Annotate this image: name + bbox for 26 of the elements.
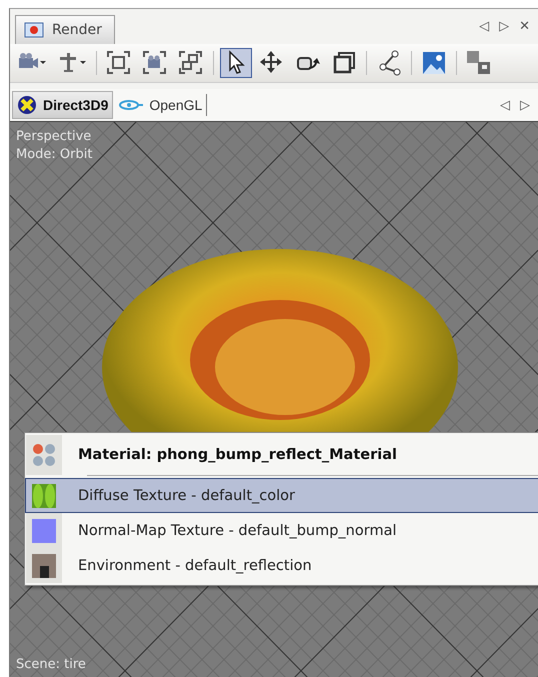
window-title: Render <box>52 22 102 38</box>
scroll-button[interactable]: ◁ <box>479 19 490 34</box>
scene-label: Scene: tire <box>16 657 86 672</box>
renderer-tab[interactable]: OpenGL <box>113 94 208 116</box>
x-circle-icon <box>17 95 37 115</box>
picture-icon <box>420 49 448 77</box>
scroll-button[interactable]: ▷ <box>520 98 530 112</box>
menu-title: Material: phong_bump_reflect_Material <box>78 447 397 463</box>
camera-frame-icon <box>141 49 169 77</box>
tool-button[interactable] <box>220 48 252 78</box>
window-icon <box>24 22 44 38</box>
window-tab[interactable]: Render <box>15 15 115 44</box>
viewport-label: Mode: Orbit <box>16 146 92 164</box>
viewport-label: Perspective <box>16 128 92 146</box>
spheres-icon <box>31 442 57 468</box>
photo-placeholder <box>32 554 56 578</box>
renderer-tab[interactable]: Direct3D9 <box>12 91 114 119</box>
layers-icon <box>465 49 493 77</box>
close-button[interactable]: ✕ <box>519 19 530 34</box>
frame-objects-icon <box>177 49 205 77</box>
scroll-button[interactable]: ▷ <box>499 19 510 34</box>
color-swatch-icon <box>32 518 56 542</box>
scroll-button[interactable]: ◁ <box>500 98 510 112</box>
texture-swatch-icon <box>32 484 56 508</box>
frame-icon <box>105 49 133 77</box>
menu-item[interactable]: Diffuse Texture - default_color <box>25 478 538 513</box>
